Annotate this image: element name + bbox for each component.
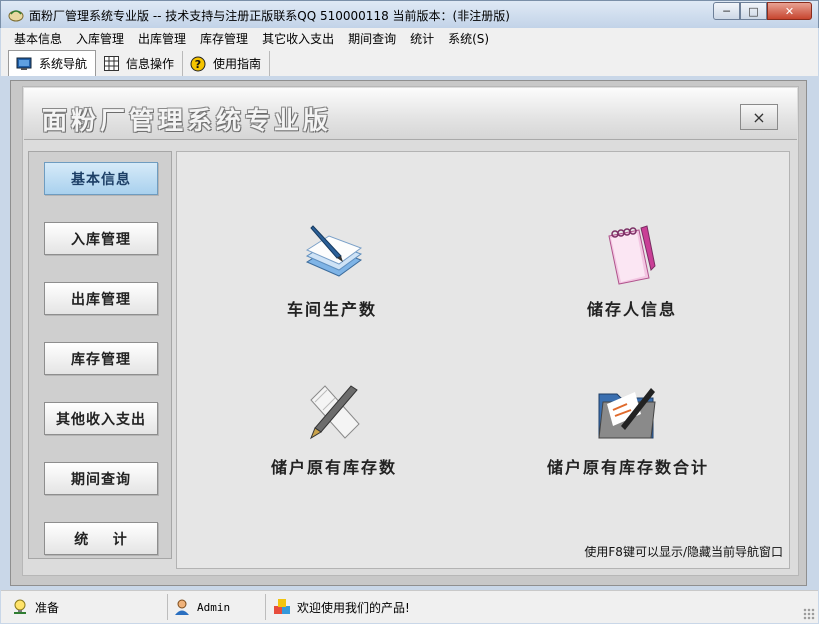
lightbulb-icon (11, 598, 29, 616)
status-divider (167, 594, 168, 620)
monitor-icon (15, 56, 33, 72)
toolbar: 系统导航 信息操作 ? 使用指南 (1, 49, 818, 76)
tab-system-nav[interactable]: 系统导航 (8, 50, 97, 76)
menu-other-income[interactable]: 其它收入支出 (255, 30, 341, 47)
nav-period-query-button[interactable]: 期间查询 (44, 462, 158, 495)
boxes-icon (273, 598, 291, 616)
nav-inventory-button[interactable]: 库存管理 (44, 342, 158, 375)
f8-hint-text: 使用F8键可以显示/隐藏当前导航窗口 (584, 545, 783, 559)
nav-basic-info-button[interactable]: 基本信息 (44, 162, 158, 195)
maximize-button[interactable]: □ (740, 2, 767, 20)
menu-system[interactable]: 系统(S) (441, 30, 496, 47)
menu-period-query[interactable]: 期间查询 (341, 30, 403, 47)
user-icon (173, 598, 191, 616)
status-ready: 准备 (11, 595, 59, 619)
navigation-panel: 面粉厂管理系统专业版 × 基本信息 入库管理 出库管理 库存管理 其他收入支出 … (22, 86, 799, 576)
status-ready-text: 准备 (35, 600, 60, 615)
status-welcome-text: 欢迎使用我们的产品! (297, 600, 410, 615)
tab-user-guide[interactable]: ? 使用指南 (183, 51, 271, 76)
status-bar: 准备 Admin 欢迎使用我们的产品! (1, 590, 818, 623)
menu-basic-info[interactable]: 基本信息 (7, 30, 69, 47)
tile-label: 储户原有库存数 (271, 458, 398, 477)
menu-inventory[interactable]: 库存管理 (193, 30, 255, 47)
minimize-button[interactable]: ─ (713, 2, 740, 20)
nav-statistics-button[interactable]: 统 计 (44, 522, 158, 555)
menu-outbound[interactable]: 出库管理 (131, 30, 193, 47)
tile-label: 车间生产数 (287, 300, 378, 319)
nav-other-income-button[interactable]: 其他收入支出 (44, 402, 158, 435)
panel-title: 面粉厂管理系统专业版 (42, 106, 333, 135)
grid-icon (102, 56, 120, 72)
close-window-button[interactable]: ✕ (767, 2, 812, 20)
menu-statistics[interactable]: 统计 (403, 30, 441, 47)
panel-close-button[interactable]: × (740, 104, 778, 130)
pen-scroll-icon (301, 380, 367, 446)
tile-depositor-info[interactable]: 储存人信息 (587, 222, 677, 320)
menu-inbound[interactable]: 入库管理 (69, 30, 131, 47)
panel-header: 面粉厂管理系统专业版 × (24, 88, 797, 140)
notebook-icon (599, 222, 665, 288)
status-user-text: Admin (197, 600, 231, 614)
help-icon: ? (189, 56, 207, 72)
tab-label: 系统导航 (39, 57, 88, 71)
app-logo-icon (8, 7, 24, 23)
nav-outbound-button[interactable]: 出库管理 (44, 282, 158, 315)
title-bar: 面粉厂管理系统专业版 -- 技术支持与注册正版联系QQ 510000118 当前… (0, 0, 819, 28)
folder-wand-icon (595, 380, 661, 446)
content-area: 车间生产数 储存人信息 储户原有库存数 储户原有库存数合计 使用F8键可以显示/… (176, 151, 790, 569)
tab-info-ops[interactable]: 信息操作 (96, 51, 184, 76)
status-divider (265, 594, 266, 620)
status-user: Admin (173, 595, 230, 619)
tile-original-inventory-total[interactable]: 储户原有库存数合计 (547, 380, 709, 478)
tile-original-inventory[interactable]: 储户原有库存数 (271, 380, 397, 478)
tab-label: 使用指南 (213, 57, 262, 71)
notepad-pen-icon (299, 222, 365, 288)
tile-workshop-production[interactable]: 车间生产数 (287, 222, 377, 320)
nav-inbound-button[interactable]: 入库管理 (44, 222, 158, 255)
tile-label: 储存人信息 (587, 300, 678, 319)
window-controls: ─ □ ✕ (713, 2, 812, 20)
tile-label: 储户原有库存数合计 (547, 458, 710, 477)
tab-label: 信息操作 (126, 57, 175, 71)
status-welcome: 欢迎使用我们的产品! (273, 595, 410, 619)
nav-sidebar: 基本信息 入库管理 出库管理 库存管理 其他收入支出 期间查询 统 计 (28, 151, 172, 559)
window-title: 面粉厂管理系统专业版 -- 技术支持与注册正版联系QQ 510000118 当前… (29, 9, 510, 23)
svg-text:?: ? (195, 58, 201, 71)
main-frame: 面粉厂管理系统专业版 × 基本信息 入库管理 出库管理 库存管理 其他收入支出 … (10, 80, 807, 586)
resize-grip[interactable] (803, 608, 815, 620)
menu-bar: 基本信息 入库管理 出库管理 库存管理 其它收入支出 期间查询 统计 系统(S) (1, 28, 818, 49)
